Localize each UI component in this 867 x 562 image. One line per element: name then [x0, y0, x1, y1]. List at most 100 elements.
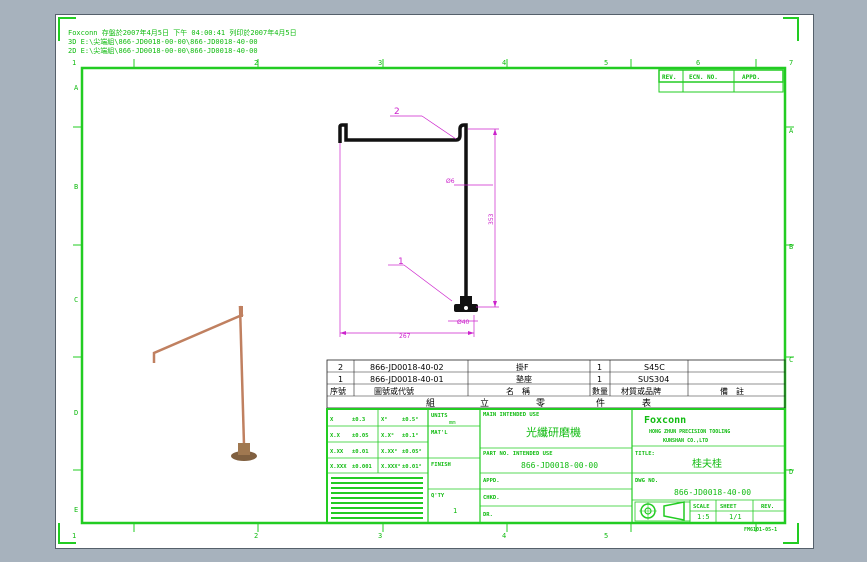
- callout-part-1: 1: [398, 257, 404, 267]
- bom-header-material: 材質或品牌: [621, 386, 661, 396]
- form-number: FM6101-05-1: [744, 527, 777, 533]
- qty-value: 1: [453, 507, 457, 515]
- grid-col-5-bottom: 5: [604, 532, 608, 540]
- tol-r2-a: X.X: [330, 433, 341, 439]
- bom-row-2-name: 墊座: [516, 374, 532, 384]
- base-part-1-neck: [460, 296, 472, 304]
- part-no-value: 866-JD0018-00-00: [521, 461, 598, 470]
- chkd-label: CHKD.: [483, 495, 500, 501]
- rev-label: REV.: [761, 504, 774, 510]
- dr-label: DR.: [483, 512, 493, 518]
- grid-row-b-right: B: [789, 243, 793, 251]
- sheet-label: SHEET: [720, 504, 737, 510]
- dimension-lines: [339, 115, 499, 337]
- tol-r3-d: ±0.05°: [402, 449, 422, 455]
- tol-r3-b: ±0.01: [352, 449, 369, 455]
- dwg-no-value: 866-JD0018-40-00: [674, 488, 751, 497]
- grid-col-2-top: 2: [254, 59, 258, 67]
- main-system-label: MAIN INTENDED USE: [483, 412, 539, 418]
- notes-text: [331, 477, 423, 519]
- tol-r1-c: X°: [381, 417, 388, 423]
- tol-r1-d: ±0.5°: [402, 417, 419, 423]
- dwg-no-label: DWG NO.: [635, 478, 658, 484]
- grid-row-d-left: D: [74, 409, 78, 417]
- sheet-value: 1/1: [729, 513, 742, 521]
- dim-width: 267: [399, 333, 411, 340]
- grid-row-c-right: C: [789, 356, 793, 364]
- company-logo: Foxconn: [644, 415, 686, 426]
- bom-group-c: 零: [536, 398, 545, 409]
- bom-row-2-material: SUS304: [638, 375, 669, 384]
- grid-col-3-bottom: 3: [378, 532, 382, 540]
- bom-row-1-drawing-no: 866-JD0018-40-02: [370, 363, 444, 372]
- grid-col-5-top: 5: [604, 59, 608, 67]
- drawing-canvas: Foxconn 存盤於2007年4月5日 下午 04:00:41 列印於2007…: [58, 17, 799, 544]
- rev-column-label: REV.: [662, 74, 676, 81]
- qty-label: Q'TY: [431, 493, 445, 499]
- bom-header-no: 序號: [330, 386, 346, 396]
- bom-row-2-no: 1: [338, 375, 343, 384]
- header-line-3: 2D E:\尖端組\866-JD0018-00-00\866-JD0018-40…: [68, 46, 258, 55]
- tol-r1-a: X: [330, 417, 334, 423]
- dim-diameter-top: Ø6: [446, 178, 455, 185]
- ecn-column-label: ECN. NO.: [689, 74, 718, 81]
- scale-label: SCALE: [693, 504, 710, 510]
- bom-group-e: 表: [642, 397, 651, 409]
- part-no-label: PART NO. INTENDED USE: [483, 451, 553, 457]
- grid-col-1-bottom: 1: [72, 532, 76, 540]
- header-line-1: Foxconn 存盤於2007年4月5日 下午 04:00:41 列印於2007…: [68, 28, 297, 37]
- grid-col-4-top: 4: [502, 59, 506, 67]
- header-line-2: 3D E:\尖端組\866-JD0018-00-00\866-JD0018-40…: [68, 37, 258, 46]
- tol-r4-c: X.XXX°: [381, 464, 401, 470]
- part-drawing: [338, 123, 478, 312]
- grid-col-4-bottom: 4: [502, 532, 506, 540]
- tol-r2-b: ±0.05: [352, 433, 369, 439]
- tol-r1-b: ±0.3: [352, 417, 365, 423]
- grid-row-e-left: E: [74, 506, 78, 514]
- bom-row-1-name: 掛F: [516, 362, 529, 372]
- tol-r2-d: ±0.1°: [402, 433, 419, 439]
- drawing-border: [80, 66, 787, 525]
- tol-r4-b: ±0.001: [352, 464, 373, 470]
- title-label: TITLE:: [635, 451, 655, 457]
- bom-group-b: 立: [480, 397, 489, 409]
- dim-diameter-bottom: Ø40: [457, 319, 470, 326]
- grid-row-a-left: A: [74, 84, 79, 92]
- bom-header-name: 名 稱: [506, 386, 530, 396]
- company-line-2: KUNSHAN CO.,LTD: [663, 438, 708, 444]
- grid-row-b-left: B: [74, 183, 78, 191]
- tol-r3-c: X.XX°: [381, 449, 398, 455]
- units-label: UNITS: [431, 413, 448, 419]
- tol-r4-a: X.XXX: [330, 464, 347, 470]
- company-line-1: HONG ZHUN PRECISION TOOLING: [649, 429, 730, 435]
- drawing-sheet: Foxconn 存盤於2007年4月5日 下午 04:00:41 列印於2007…: [55, 14, 814, 549]
- main-system-value: 光纖研磨機: [526, 425, 581, 439]
- bom-row-2-drawing-no: 866-JD0018-40-01: [370, 375, 444, 384]
- projection-symbol-icon: [639, 501, 685, 521]
- grid-col-1-top: 1: [72, 59, 76, 67]
- units-value: mm: [449, 420, 456, 426]
- tol-r4-d: ±0.01°: [402, 464, 422, 470]
- bom-header-remark: 備 註: [720, 386, 744, 396]
- bom-row-1-material: S45C: [644, 363, 665, 372]
- grid-col-7-top: 7: [789, 59, 793, 67]
- grid-row-c-left: C: [74, 296, 78, 304]
- dim-height: 353: [488, 213, 495, 225]
- grid-col-3-top: 3: [378, 59, 382, 67]
- bom-header-qty: 數量: [592, 386, 608, 396]
- revision-block: REV. ECN. NO. APPD.: [658, 69, 784, 93]
- tol-r3-a: X.XX: [330, 449, 344, 455]
- bom-group-a: 組: [426, 397, 435, 409]
- tol-r2-c: X.X°: [381, 433, 394, 439]
- scale-value: 1:5: [697, 513, 710, 521]
- title-block: X ±0.3 X° ±0.5° X.X ±0.05 X.X° ±0.1° X.X…: [326, 408, 786, 524]
- rod-part-2: [338, 123, 468, 305]
- appd-column-label: APPD.: [742, 74, 760, 81]
- isometric-preview: [152, 305, 257, 461]
- grid-col-6-top: 6: [696, 59, 700, 67]
- callout-part-2: 2: [394, 107, 400, 117]
- bom-row-2-qty: 1: [597, 375, 602, 384]
- bom-row-1-qty: 1: [597, 363, 602, 372]
- preview-base-cap: [238, 443, 250, 455]
- bom-group-d: 件: [596, 397, 605, 409]
